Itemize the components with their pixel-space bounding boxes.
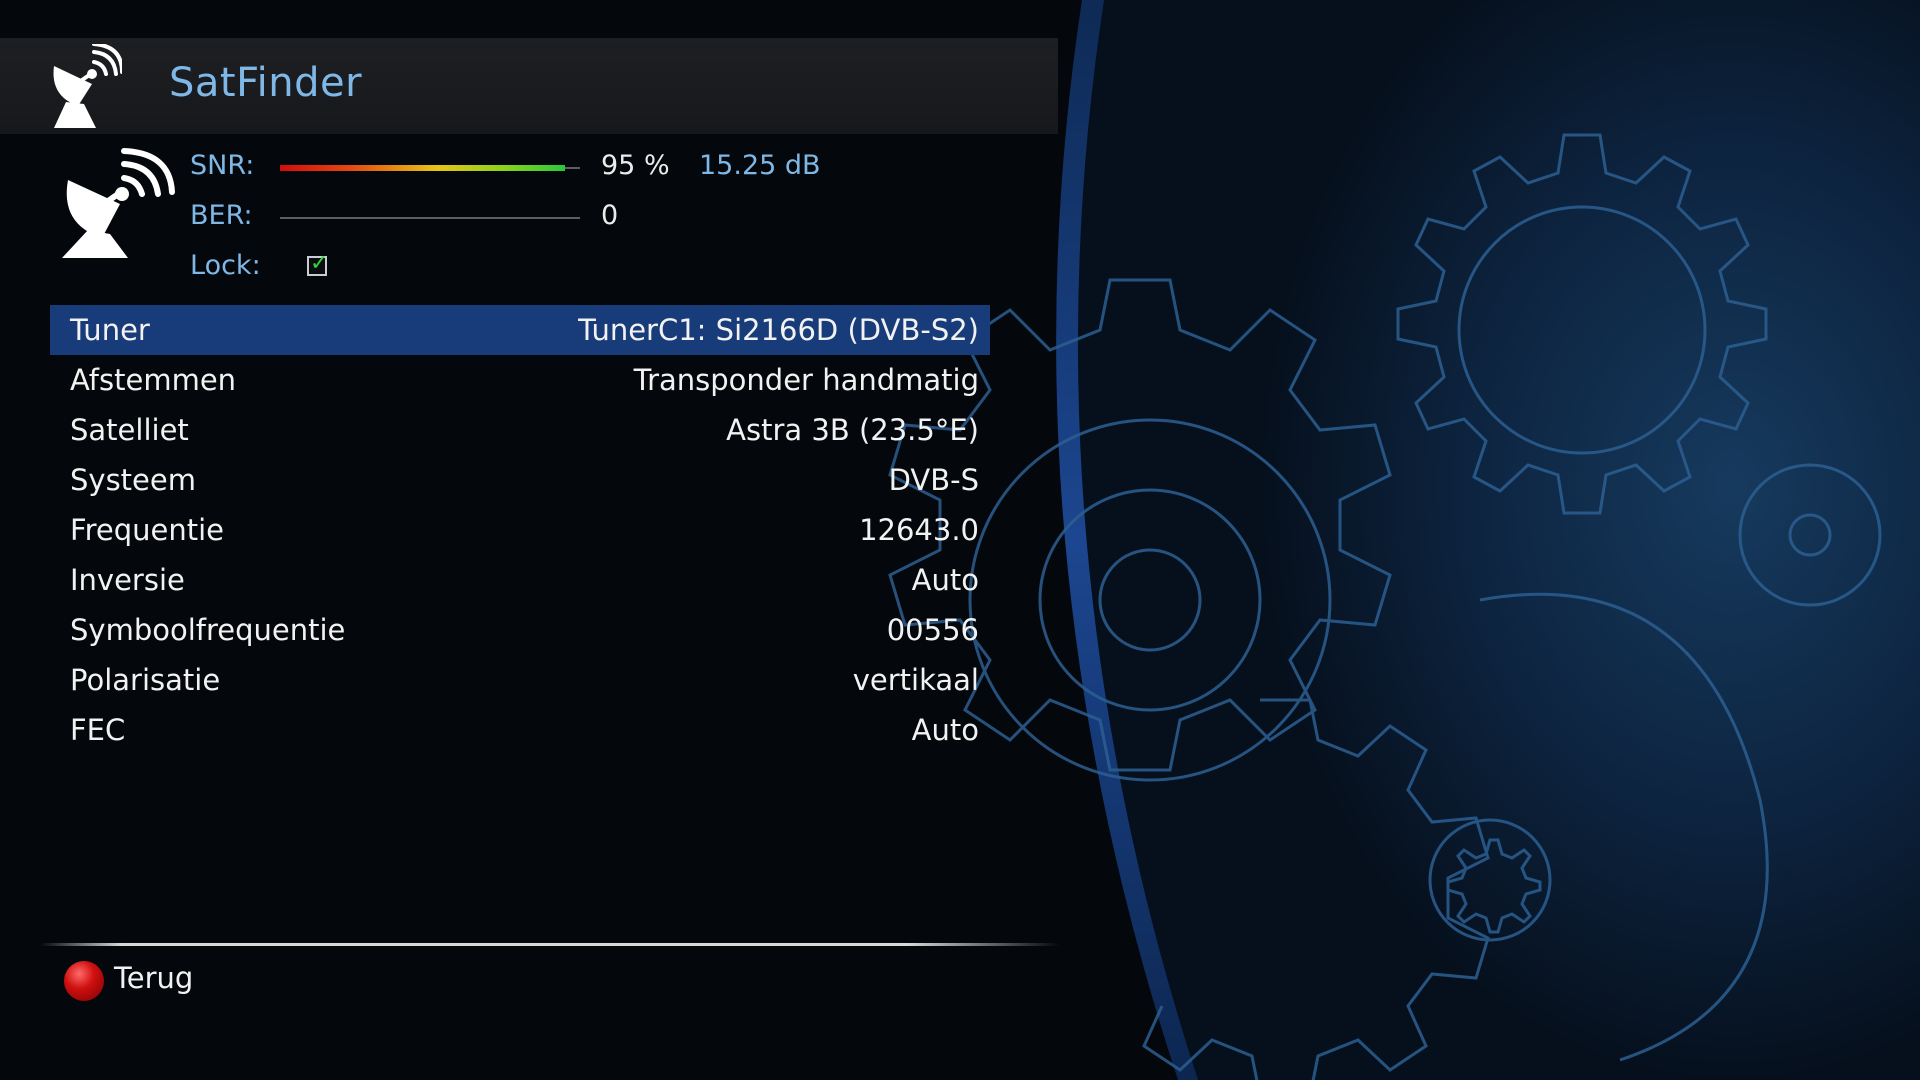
setting-label: Systeem: [70, 463, 196, 497]
ber-bar: [280, 217, 580, 219]
setting-row-inversie[interactable]: Inversie Auto: [50, 555, 990, 605]
snr-bar-fill: [280, 165, 565, 171]
setting-value[interactable]: 00556: [887, 613, 979, 647]
check-icon: ✓: [310, 251, 329, 276]
setting-label: Frequentie: [70, 513, 224, 547]
setting-value[interactable]: DVB-S: [889, 463, 979, 497]
satfinder-panel: SatFinder SNR: 95 % 15.25 dB BER: 0 Lock…: [0, 0, 1920, 1080]
ber-value: 0: [601, 200, 619, 231]
setting-row-tuner[interactable]: Tuner TunerC1: Si2166D (DVB-S2): [50, 305, 990, 355]
setting-value[interactable]: vertikaal: [853, 663, 979, 697]
setting-label: FEC: [70, 713, 126, 747]
snr-db: 15.25 dB: [699, 150, 821, 181]
setting-value[interactable]: Transponder handmatig: [634, 363, 979, 397]
title-bar: [0, 38, 1058, 134]
setting-label: Symboolfrequentie: [70, 613, 346, 647]
footer-divider: [40, 943, 1060, 946]
back-button-label[interactable]: Terug: [114, 961, 193, 995]
setting-value[interactable]: Astra 3B (23.5°E): [726, 413, 979, 447]
red-button-icon[interactable]: [64, 961, 104, 1001]
setting-row-systeem[interactable]: Systeem DVB-S: [50, 455, 990, 505]
setting-label: Satelliet: [70, 413, 189, 447]
satfinder-screen: SatFinder SNR: 95 % 15.25 dB BER: 0 Lock…: [0, 0, 1920, 1080]
lock-checkbox: ✓: [307, 251, 328, 276]
setting-row-satelliet[interactable]: Satelliet Astra 3B (23.5°E): [50, 405, 990, 455]
tuner-settings-list: Tuner TunerC1: Si2166D (DVB-S2) Afstemmen T…: [50, 305, 990, 755]
snr-label: SNR:: [190, 150, 255, 181]
page-title: SatFinder: [169, 60, 363, 106]
setting-row-fec[interactable]: FEC Auto: [50, 705, 990, 755]
lock-label: Lock:: [190, 250, 261, 281]
setting-row-afstemmen[interactable]: Afstemmen Transponder handmatig: [50, 355, 990, 405]
satellite-dish-icon: [62, 148, 175, 258]
snr-percent: 95 %: [601, 150, 670, 181]
setting-value[interactable]: TunerC1: Si2166D (DVB-S2): [578, 313, 979, 347]
setting-label: Tuner: [70, 313, 150, 347]
setting-label: Afstemmen: [70, 363, 237, 397]
setting-value[interactable]: Auto: [912, 563, 979, 597]
setting-label: Polarisatie: [70, 663, 221, 697]
snr-bar: [280, 165, 580, 171]
setting-value[interactable]: 12643.0: [859, 513, 979, 547]
setting-row-symboolfrequentie[interactable]: Symboolfrequentie 00556: [50, 605, 990, 655]
setting-label: Inversie: [70, 563, 185, 597]
satellite-dish-icon: [53, 44, 122, 128]
setting-row-frequentie[interactable]: Frequentie 12643.0: [50, 505, 990, 555]
setting-value[interactable]: Auto: [912, 713, 979, 747]
setting-row-polarisatie[interactable]: Polarisatie vertikaal: [50, 655, 990, 705]
ber-label: BER:: [190, 200, 253, 231]
